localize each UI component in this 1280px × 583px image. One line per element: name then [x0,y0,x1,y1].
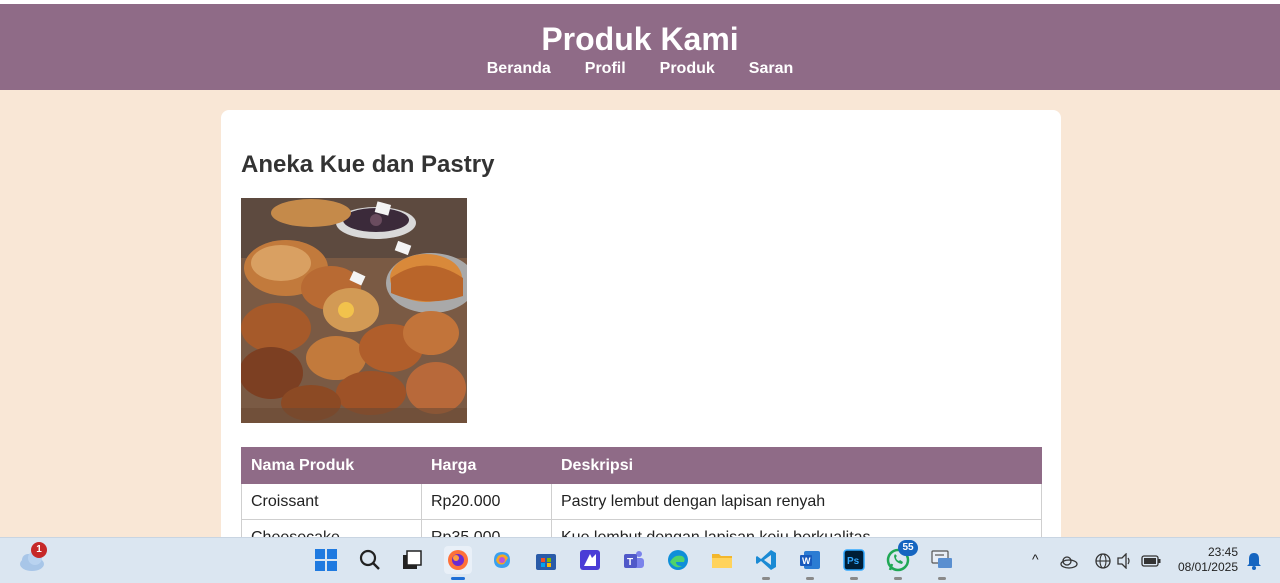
notification-badge: 1 [31,542,47,558]
edge-app[interactable] [664,546,692,574]
site-header: Produk Kami Beranda Profil Produk Saran [0,4,1280,90]
firefox-app[interactable] [444,546,472,580]
battery-tray[interactable] [1140,550,1162,572]
task-view-icon [403,550,422,569]
copilot-app[interactable] [488,546,516,574]
taskbar: 1 T W Ps 55 ^ 23:45 08/01/2025 [0,537,1280,583]
running-indicator [806,577,814,580]
word-icon: W [800,551,820,569]
copilot-icon [494,552,510,568]
weather-widget[interactable]: 1 [18,542,47,574]
col-deskripsi: Deskripsi [551,447,1042,484]
running-indicator [894,577,902,580]
remote-desktop-app[interactable] [928,546,956,580]
nav-saran[interactable]: Saran [749,59,793,79]
edge-icon [668,550,688,570]
photoshop-app[interactable]: Ps [840,546,868,580]
pastry-photo [241,198,467,423]
section-title: Aneka Kue dan Pastry [241,151,495,178]
table-row: Croissant Rp20.000 Pastry lembut dengan … [241,483,1042,520]
search-button[interactable] [356,546,384,574]
whatsapp-app[interactable]: 55 [884,540,918,580]
notification-center[interactable] [1243,550,1265,572]
page-title: Produk Kami [541,21,739,57]
windows-icon [315,549,337,571]
folder-icon [712,554,732,568]
svg-text:W: W [802,556,811,566]
running-indicator [938,577,946,580]
cell-deskripsi: Pastry lembut dengan lapisan renyah [551,483,1042,520]
product-card: Aneka Kue dan Pastry Nama Produk Harga D… [221,110,1061,556]
search-icon [359,549,380,570]
teams-app[interactable]: T [620,546,648,574]
notification-badge: 55 [898,540,918,556]
clock[interactable]: 23:45 08/01/2025 [1178,545,1238,575]
store-app[interactable] [532,546,560,574]
svg-text:T: T [627,557,633,568]
battery-icon [1141,555,1161,567]
show-hidden-icons-chevron-icon[interactable]: ^ [1032,551,1039,567]
network-tray[interactable] [1092,550,1114,572]
col-nama-produk: Nama Produk [241,447,422,484]
time: 23:45 [1207,545,1238,559]
onedrive-tray[interactable] [1058,550,1080,572]
teams-icon: T [624,551,644,568]
app-icon [580,550,600,570]
editor-app[interactable] [576,546,604,574]
active-indicator [451,577,465,580]
store-icon [536,554,556,570]
task-view-button[interactable] [398,546,426,574]
nav-profil[interactable]: Profil [585,59,626,79]
main-nav: Beranda Profil Produk Saran [0,59,1280,79]
date: 08/01/2025 [1177,560,1238,574]
running-indicator [850,577,858,580]
svg-text:Ps: Ps [847,556,860,567]
vscode-icon [756,550,776,570]
cell-harga: Rp20.000 [421,483,552,520]
speaker-icon [1117,553,1130,569]
firefox-icon [448,550,468,570]
volume-tray[interactable] [1114,550,1136,572]
file-explorer-app[interactable] [708,546,736,574]
cloud-sync-icon [1060,556,1078,569]
nav-beranda[interactable]: Beranda [487,59,551,79]
globe-icon [1095,553,1111,569]
bell-icon [1247,553,1261,570]
start-button[interactable] [312,546,340,574]
cell-nama: Croissant [241,483,422,520]
running-indicator [762,577,770,580]
word-app[interactable]: W [796,546,824,580]
col-harga: Harga [421,447,552,484]
photoshop-icon: Ps [843,549,865,571]
nav-produk[interactable]: Produk [660,59,715,79]
vscode-app[interactable] [752,546,780,580]
remote-desktop-icon [931,550,952,568]
table-header-row: Nama Produk Harga Deskripsi [241,447,1042,484]
